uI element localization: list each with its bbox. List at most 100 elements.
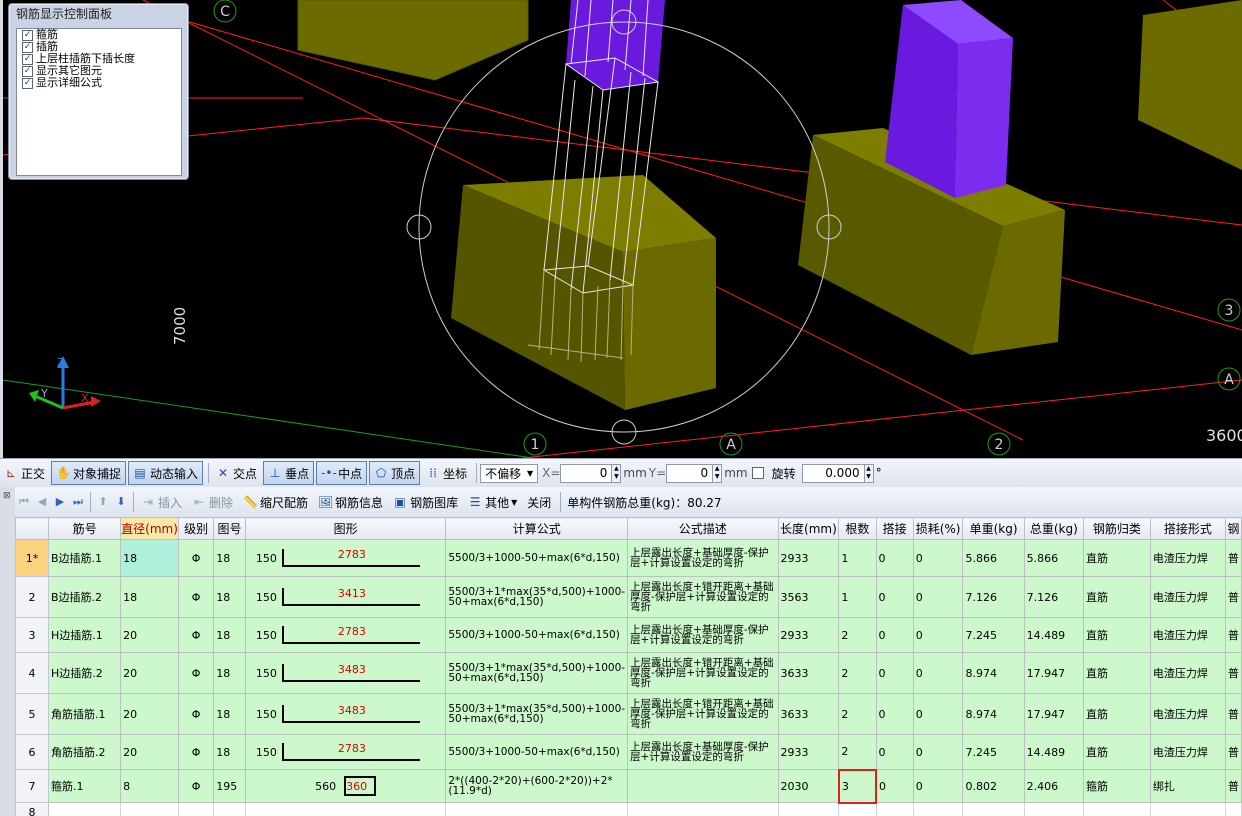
cell-formula[interactable]: 5500/3+1*max(35*d,500)+1000-50+max(6*d,1… bbox=[445, 652, 629, 694]
object-snap-button[interactable]: ✋ 对象捕捉 bbox=[51, 461, 127, 485]
cell-more[interactable]: 普 bbox=[1224, 539, 1242, 577]
cell-description[interactable]: 上层露出长度+错开距离+基础厚度-保护层+计算设置设定的弯折 bbox=[627, 576, 779, 618]
cell-lap[interactable]: 0 bbox=[875, 769, 914, 803]
row-number[interactable]: 1* bbox=[15, 539, 49, 577]
delete-button[interactable]: ⇤ 删除 bbox=[188, 491, 237, 513]
header-description[interactable]: 公式描述 bbox=[627, 517, 779, 540]
cell-length[interactable]: 2933 bbox=[777, 539, 840, 577]
empty-cell[interactable] bbox=[875, 802, 914, 816]
intersection-button[interactable]: ✕ 交点 bbox=[212, 462, 261, 484]
header-name[interactable]: 筋号 bbox=[47, 517, 122, 540]
rotate-input[interactable]: 0.000 bbox=[801, 463, 865, 483]
cell-category[interactable]: 直筋 bbox=[1083, 617, 1151, 653]
cell-count[interactable]: 2 bbox=[838, 693, 877, 735]
cell-formula[interactable]: 5500/3+1000-50+max(6*d,150) bbox=[445, 539, 629, 577]
move-down-icon[interactable]: ⬇ bbox=[112, 493, 130, 511]
table-row[interactable]: 3 H边插筋.1 20 Φ 18 150 2783 5500/3+1000-50+max(6*… bbox=[15, 617, 1242, 653]
header-count[interactable]: 根数 bbox=[838, 517, 877, 540]
3d-viewport[interactable]: C 1 A 2 3 A 7000 3600 Z Y X 钢筋显示控制面板 ✓ 箍筋… bbox=[3, 0, 1242, 458]
empty-cell[interactable] bbox=[962, 802, 1025, 816]
rebar-library-button[interactable]: ▣ 钢筋图库 bbox=[389, 491, 462, 513]
empty-cell[interactable] bbox=[445, 802, 629, 816]
cell-shape[interactable]: 150 2783 bbox=[244, 617, 447, 653]
cell-description[interactable]: 上层露出长度+错开距离+基础厚度-保护层+计算设置设定的弯折 bbox=[627, 693, 779, 735]
header-lap-type[interactable]: 搭接形式 bbox=[1149, 517, 1226, 540]
cell-unit-weight[interactable]: 8.974 bbox=[962, 693, 1025, 735]
cell-total-weight[interactable]: 2.406 bbox=[1023, 769, 1085, 803]
y-spinner[interactable]: ▲ ▼ bbox=[713, 463, 723, 483]
ortho-button[interactable]: ⊾ 正交 bbox=[0, 462, 49, 484]
cell-description[interactable]: 上层露出长度+错开距离+基础厚度-保护层+计算设置设定的弯折 bbox=[627, 652, 779, 694]
cell-more[interactable]: 普 bbox=[1224, 693, 1242, 735]
empty-cell[interactable] bbox=[777, 802, 840, 816]
cell-diameter[interactable]: 20 bbox=[120, 734, 179, 770]
cell-total-weight[interactable]: 17.947 bbox=[1023, 693, 1085, 735]
table-row[interactable]: 2 B边插筋.2 18 Φ 18 150 3413 5500/3+1*max(35*d,500… bbox=[15, 576, 1242, 618]
cell-name[interactable]: B边插筋.1 bbox=[47, 539, 122, 577]
y-input[interactable]: 0 bbox=[666, 463, 714, 483]
cell-shape[interactable]: 150 3413 bbox=[244, 576, 447, 618]
cell-category[interactable]: 直筋 bbox=[1083, 693, 1151, 735]
checkbox-icon[interactable]: ✓ bbox=[22, 29, 33, 41]
dynamic-input-button[interactable]: ▤ 动态输入 bbox=[128, 461, 204, 485]
cell-count[interactable]: 2 bbox=[838, 734, 877, 770]
table-row[interactable]: 6 角筋插筋.2 20 Φ 18 150 2783 5500/3+1000-50+max(6*… bbox=[15, 734, 1242, 770]
cell-description[interactable] bbox=[627, 769, 779, 803]
cell-lap[interactable]: 0 bbox=[875, 693, 914, 735]
checkbox-icon[interactable]: ✓ bbox=[22, 65, 33, 77]
cell-diameter[interactable]: 8 bbox=[120, 769, 179, 803]
header-more[interactable]: 钢 bbox=[1224, 517, 1242, 540]
cell-formula[interactable]: 5500/3+1*max(35*d,500)+1000-50+max(6*d,1… bbox=[445, 693, 629, 735]
cell-loss[interactable]: 0 bbox=[912, 769, 964, 803]
insert-button[interactable]: ⇥ 插入 bbox=[137, 491, 186, 513]
cell-name[interactable]: 角筋插筋.2 bbox=[47, 734, 122, 770]
cell-figure-no[interactable]: 195 bbox=[213, 769, 246, 803]
cell-count[interactable]: 3 bbox=[837, 768, 878, 804]
table-row[interactable]: 5 角筋插筋.1 20 Φ 18 150 3483 5500/3+1*max(35*d,500… bbox=[15, 693, 1242, 735]
cell-formula[interactable]: 5500/3+1000-50+max(6*d,150) bbox=[445, 734, 629, 770]
cell-length[interactable]: 3633 bbox=[777, 652, 840, 694]
cell-shape[interactable]: 150 2783 bbox=[244, 539, 447, 577]
cell-length[interactable]: 2933 bbox=[777, 734, 840, 770]
cell-count[interactable]: 2 bbox=[838, 617, 877, 653]
cell-length[interactable]: 2933 bbox=[777, 617, 840, 653]
table-row[interactable]: 4 H边插筋.2 20 Φ 18 150 3483 5500/3+1*max(35*d,500… bbox=[15, 652, 1242, 694]
move-up-icon[interactable]: ⬆ bbox=[94, 493, 112, 511]
cell-figure-no[interactable]: 18 bbox=[213, 617, 246, 653]
row-number[interactable]: 7 bbox=[15, 769, 49, 803]
header-shape[interactable]: 图形 bbox=[244, 517, 447, 540]
cell-unit-weight[interactable]: 7.126 bbox=[962, 576, 1025, 618]
scale-rebar-button[interactable]: 📏 缩尺配筋 bbox=[239, 491, 312, 513]
cell-lap[interactable]: 0 bbox=[875, 576, 914, 618]
empty-cell[interactable] bbox=[1149, 802, 1226, 816]
cell-shape[interactable]: 150 3483 bbox=[244, 652, 447, 694]
cell-more[interactable]: 普 bbox=[1224, 617, 1242, 653]
cell-more[interactable]: 普 bbox=[1224, 769, 1242, 803]
cell-more[interactable]: 普 bbox=[1224, 576, 1242, 618]
cell-lap-type[interactable]: 电渣压力焊 bbox=[1149, 539, 1226, 577]
cell-lap-type[interactable]: 电渣压力焊 bbox=[1149, 693, 1226, 735]
empty-cell[interactable] bbox=[912, 802, 964, 816]
row-number[interactable]: 8 bbox=[15, 802, 49, 816]
cell-length[interactable]: 2030 bbox=[777, 769, 840, 803]
cell-total-weight[interactable]: 17.947 bbox=[1023, 652, 1085, 694]
cell-total-weight[interactable]: 7.126 bbox=[1023, 576, 1085, 618]
cell-unit-weight[interactable]: 0.802 bbox=[962, 769, 1025, 803]
row-number[interactable]: 5 bbox=[15, 693, 49, 735]
vertex-button[interactable]: ⬠ 顶点 bbox=[369, 461, 421, 485]
cell-figure-no[interactable]: 18 bbox=[213, 652, 246, 694]
cell-count[interactable]: 2 bbox=[838, 652, 877, 694]
next-icon[interactable]: ▶ bbox=[51, 493, 69, 511]
option-show-formula[interactable]: ✓ 显示详细公式 bbox=[17, 77, 181, 89]
collapse-icon[interactable]: ⊠ bbox=[3, 491, 11, 501]
cell-description[interactable]: 上层露出长度+基础厚度-保护层+计算设置设定的弯折 bbox=[627, 734, 779, 770]
empty-cell[interactable] bbox=[627, 802, 779, 816]
cell-loss[interactable]: 0 bbox=[912, 734, 964, 770]
cell-formula[interactable]: 5500/3+1000-50+max(6*d,150) bbox=[445, 617, 629, 653]
cell-count[interactable]: 1 bbox=[838, 576, 877, 618]
header-loss[interactable]: 损耗(%) bbox=[912, 517, 964, 540]
table-row[interactable]: 8 bbox=[15, 802, 1242, 816]
empty-cell[interactable] bbox=[244, 802, 447, 816]
cell-lap-type[interactable]: 电渣压力焊 bbox=[1149, 617, 1226, 653]
cell-description[interactable]: 上层露出长度+基础厚度-保护层+计算设置设定的弯折 bbox=[627, 617, 779, 653]
